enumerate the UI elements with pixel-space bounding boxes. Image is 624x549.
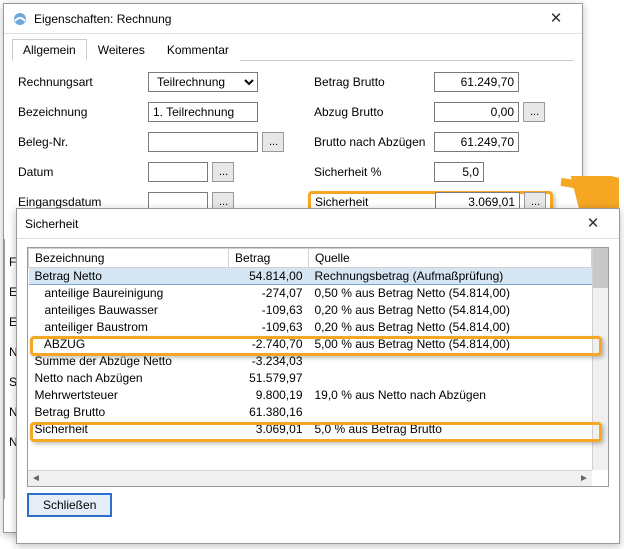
input-betrag-brutto[interactable] [434,72,519,92]
cell-quelle: 19,0 % aus Netto nach Abzügen [309,387,592,404]
cell-bezeichnung: Netto nach Abzügen [29,370,229,387]
label-rechnungsart: Rechnungsart [18,75,148,89]
table-row[interactable]: ABZUG-2.740,705,00 % aus Betrag Netto (5… [29,336,592,353]
cell-quelle: 0,20 % aus Betrag Netto (54.814,00) [309,319,592,336]
table-row[interactable]: anteilige Baureinigung-274,070,50 % aus … [29,285,592,302]
label-betrag-brutto: Betrag Brutto [314,75,434,89]
select-rechnungsart[interactable]: Teilrechnung [148,72,258,92]
cell-betrag: 51.579,97 [229,370,309,387]
abzug-brutto-button[interactable]: ... [523,102,545,122]
input-belegnr[interactable] [148,132,258,152]
cell-quelle [309,370,592,387]
overlay-title: Sicherheit [25,217,573,231]
cell-bezeichnung: Sicherheit [29,421,229,438]
sicherheit-table: Bezeichnung Betrag Quelle Betrag Netto54… [28,248,592,438]
cell-quelle [309,404,592,421]
label-sicherheit: Sicherheit [315,195,435,209]
label-belegnr: Beleg-Nr. [18,135,148,149]
table-row[interactable]: Betrag Netto54.814,00Rechnungsbetrag (Au… [29,268,592,285]
window-title: Eigenschaften: Rechnung [34,12,536,26]
cell-quelle: 5,0 % aus Betrag Brutto [309,421,592,438]
tab-strip: Allgemein Weiteres Kommentar [12,38,574,61]
input-sicherheit-pct[interactable] [434,162,484,182]
input-abzug-brutto[interactable] [434,102,519,122]
cell-betrag: -274,07 [229,285,309,302]
vertical-scrollbar[interactable] [592,248,608,470]
cell-bezeichnung: anteiliges Bauwasser [29,302,229,319]
titlebar: Eigenschaften: Rechnung ✕ [4,4,582,34]
label-bezeichnung: Bezeichnung [18,105,148,119]
close-icon[interactable]: ✕ [573,212,613,236]
cell-betrag: -109,63 [229,319,309,336]
table-row[interactable]: Sicherheit3.069,015,0 % aus Betrag Brutt… [29,421,592,438]
label-brutto-nach-abzuegen: Brutto nach Abzügen [314,135,434,149]
close-button[interactable]: Schließen [27,493,112,517]
input-bezeichnung[interactable] [148,102,258,122]
app-icon [12,11,28,27]
col-betrag[interactable]: Betrag [229,249,309,268]
input-brutto-nach-abzuegen[interactable] [434,132,519,152]
label-eingangsdatum: Eingangsdatum [18,195,148,209]
table-row[interactable]: anteiliger Baustrom-109,630,20 % aus Bet… [29,319,592,336]
label-abzug-brutto: Abzug Brutto [314,105,434,119]
titlebar-overlay: Sicherheit ✕ [17,209,619,239]
table-row[interactable]: Betrag Brutto61.380,16 [29,404,592,421]
datum-picker-button[interactable]: ... [212,162,234,182]
cell-bezeichnung: Mehrwertsteuer [29,387,229,404]
cell-bezeichnung: anteilige Baureinigung [29,285,229,302]
cell-quelle: 5,00 % aus Betrag Netto (54.814,00) [309,336,592,353]
cell-bezeichnung: Betrag Netto [29,268,229,285]
cell-betrag: 61.380,16 [229,404,309,421]
cell-bezeichnung: Summe der Abzüge Netto [29,353,229,370]
col-quelle[interactable]: Quelle [309,249,592,268]
horizontal-scrollbar[interactable]: ◄► [28,470,592,486]
table-row[interactable]: Summe der Abzüge Netto-3.234,03 [29,353,592,370]
sicherheit-table-container: Bezeichnung Betrag Quelle Betrag Netto54… [27,247,609,487]
tab-weiteres[interactable]: Weiteres [87,39,156,61]
input-datum[interactable] [148,162,208,182]
label-sicherheit-pct: Sicherheit % [314,165,434,179]
close-icon[interactable]: ✕ [536,7,576,31]
cell-betrag: -3.234,03 [229,353,309,370]
cell-quelle: 0,50 % aus Betrag Netto (54.814,00) [309,285,592,302]
cell-bezeichnung: Betrag Brutto [29,404,229,421]
cell-quelle: 0,20 % aus Betrag Netto (54.814,00) [309,302,592,319]
belegnr-lookup-button[interactable]: ... [262,132,284,152]
tab-allgemein[interactable]: Allgemein [12,39,87,61]
cell-betrag: 3.069,01 [229,421,309,438]
cell-betrag: -2.740,70 [229,336,309,353]
label-datum: Datum [18,165,148,179]
cell-betrag: 9.800,19 [229,387,309,404]
cell-betrag: 54.814,00 [229,268,309,285]
col-bezeichnung[interactable]: Bezeichnung [29,249,229,268]
cell-betrag: -109,63 [229,302,309,319]
sicherheit-dialog: Sicherheit ✕ Bezeichnung Betrag Quelle B… [16,208,620,544]
cell-quelle: Rechnungsbetrag (Aufmaßprüfung) [309,268,592,285]
table-row[interactable]: Netto nach Abzügen51.579,97 [29,370,592,387]
cell-bezeichnung: anteiliger Baustrom [29,319,229,336]
cell-quelle [309,353,592,370]
table-row[interactable]: anteiliges Bauwasser-109,630,20 % aus Be… [29,302,592,319]
table-row[interactable]: Mehrwertsteuer9.800,1919,0 % aus Netto n… [29,387,592,404]
cell-bezeichnung: ABZUG [29,336,229,353]
tab-kommentar[interactable]: Kommentar [156,39,240,61]
